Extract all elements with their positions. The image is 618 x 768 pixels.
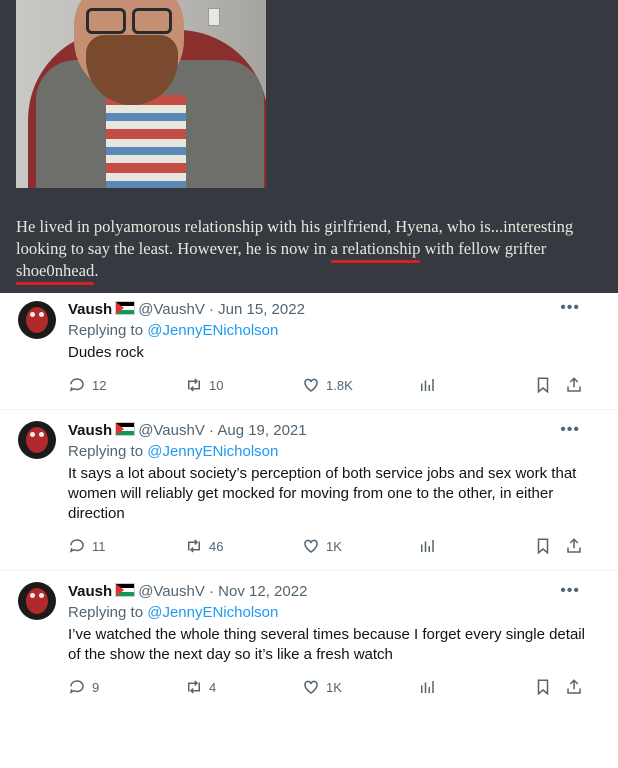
caption-text: with fellow grifter xyxy=(420,239,547,258)
display-name[interactable]: Vaush xyxy=(68,583,112,600)
person-photo xyxy=(16,0,266,188)
red-underline xyxy=(16,282,95,285)
avatar[interactable] xyxy=(18,301,56,339)
tweet-header: Vaush @VaushV · Aug 19, 2021 xyxy=(68,421,307,441)
tweet-header: Vaush @VaushV · Jun 15, 2022 xyxy=(68,300,305,320)
tweet-date[interactable]: · Jun 15, 2022 xyxy=(209,301,305,318)
retweet-icon xyxy=(188,539,200,553)
reply-icon xyxy=(69,680,84,694)
like-button[interactable]: 1K xyxy=(302,537,342,555)
heart-icon xyxy=(304,378,318,392)
share-icon xyxy=(567,679,581,694)
tweet-text: It says a lot about society’s perception… xyxy=(68,465,577,522)
replying-to-link[interactable]: @JennyENicholson xyxy=(147,443,278,460)
replying-to: Replying to @JennyENicholson xyxy=(68,604,279,621)
palestine-flag-icon xyxy=(115,422,136,436)
share-button[interactable] xyxy=(565,678,583,696)
heart-icon xyxy=(304,539,318,553)
display-name[interactable]: Vaush xyxy=(68,422,112,439)
article-caption: He lived in polyamorous relationship wit… xyxy=(16,216,612,285)
views-button[interactable] xyxy=(418,537,436,555)
palestine-flag-icon xyxy=(115,301,136,315)
tweet-actions: 11 46 1K xyxy=(68,537,588,557)
avatar[interactable] xyxy=(18,582,56,620)
replying-to: Replying to @JennyENicholson xyxy=(68,322,279,339)
tweet-header: Vaush @VaushV · Nov 12, 2022 xyxy=(68,582,307,602)
analytics-icon xyxy=(421,540,434,552)
retweet-button[interactable]: 10 xyxy=(185,376,223,394)
reply-button[interactable]: 12 xyxy=(68,376,106,394)
more-options-icon[interactable]: ••• xyxy=(560,582,580,600)
bookmark-button[interactable] xyxy=(534,678,552,696)
user-handle[interactable]: @VaushV xyxy=(138,583,205,600)
tweet-actions: 12 10 1.8K xyxy=(68,376,588,396)
reply-icon xyxy=(69,539,84,553)
display-name[interactable]: Vaush xyxy=(68,301,112,318)
more-options-icon[interactable]: ••• xyxy=(560,421,580,439)
tweet-text: Dudes rock xyxy=(68,344,144,361)
tweet[interactable]: Vaush @VaushV · Aug 19, 2021 ••• Replying… xyxy=(0,409,618,571)
replying-to-link[interactable]: @JennyENicholson xyxy=(147,322,278,339)
light-switch-image xyxy=(208,8,220,26)
tweet-date[interactable]: · Nov 12, 2022 xyxy=(209,583,307,600)
user-handle[interactable]: @VaushV xyxy=(138,301,205,318)
heart-icon xyxy=(304,680,318,694)
like-button[interactable]: 1K xyxy=(302,678,342,696)
palestine-flag-icon xyxy=(115,583,136,597)
more-options-icon[interactable]: ••• xyxy=(560,299,580,317)
article-panel: He lived in polyamorous relationship wit… xyxy=(0,0,618,293)
tweet-date[interactable]: · Aug 19, 2021 xyxy=(209,422,307,439)
avatar[interactable] xyxy=(18,421,56,459)
reply-button[interactable]: 9 xyxy=(68,678,99,696)
user-handle[interactable]: @VaushV xyxy=(138,422,205,439)
retweet-button[interactable]: 4 xyxy=(185,678,216,696)
views-button[interactable] xyxy=(418,678,436,696)
reply-icon xyxy=(69,378,84,392)
replying-to-link[interactable]: @JennyENicholson xyxy=(147,604,278,621)
analytics-icon xyxy=(421,379,434,391)
bookmark-icon xyxy=(537,538,549,555)
views-button[interactable] xyxy=(418,376,436,394)
bookmark-button[interactable] xyxy=(534,537,552,555)
bookmark-icon xyxy=(537,679,549,696)
tweet-actions: 9 4 1K xyxy=(68,678,588,698)
retweet-button[interactable]: 46 xyxy=(185,537,223,555)
share-icon xyxy=(567,538,581,553)
share-icon xyxy=(567,377,581,392)
red-underline xyxy=(330,260,421,263)
retweet-icon xyxy=(188,680,200,694)
shoe0nhead-link[interactable]: shoe0nhead xyxy=(16,261,95,285)
reply-button[interactable]: 11 xyxy=(68,537,106,555)
analytics-icon xyxy=(421,681,434,693)
retweet-icon xyxy=(188,378,200,392)
tweet[interactable]: Vaush @VaushV · Nov 12, 2022 ••• Replying… xyxy=(0,570,618,710)
tweet[interactable]: Vaush @VaushV · Jun 15, 2022 ••• Replying… xyxy=(0,293,618,410)
bookmark-icon xyxy=(537,377,549,394)
replying-to: Replying to @JennyENicholson xyxy=(68,443,279,460)
like-button[interactable]: 1.8K xyxy=(302,376,353,394)
relationship-link[interactable]: a relationship xyxy=(330,239,421,263)
share-button[interactable] xyxy=(565,537,583,555)
bookmark-button[interactable] xyxy=(534,376,552,394)
tweet-text: I’ve watched the whole thing several tim… xyxy=(68,626,585,663)
share-button[interactable] xyxy=(565,376,583,394)
